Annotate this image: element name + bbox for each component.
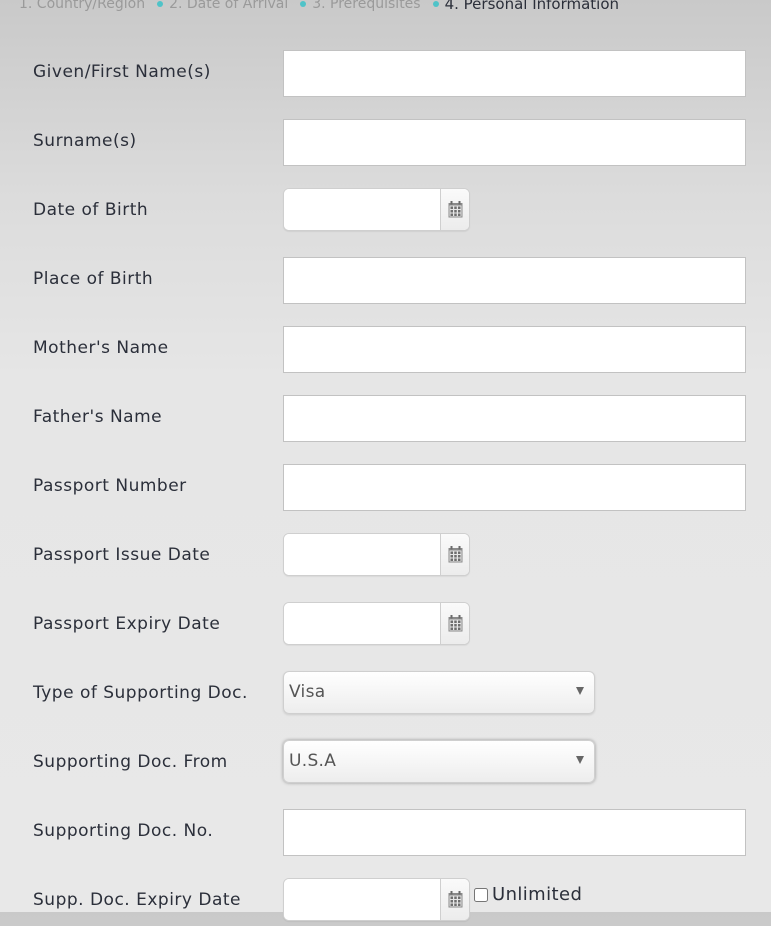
supporting-doc-from-select[interactable]: U.S.A bbox=[283, 740, 595, 783]
supporting-doc-from-row: Supporting Doc. From U.S.A bbox=[0, 740, 771, 788]
passport-issue-date-picker bbox=[283, 533, 470, 576]
mothers-name-row: Mother's Name bbox=[0, 326, 771, 374]
date-of-birth-row: Date of Birth bbox=[0, 188, 771, 236]
unlimited-label: Unlimited bbox=[492, 884, 583, 905]
calendar-icon bbox=[448, 201, 462, 218]
date-of-birth-input[interactable] bbox=[284, 189, 440, 230]
progress-steps: 1. Country/Region 2. Date of Arrival 3. … bbox=[19, 0, 631, 14]
passport-issue-date-calendar-button[interactable] bbox=[440, 534, 469, 575]
step-label: 1. Country/Region bbox=[19, 0, 146, 12]
passport-issue-date-input[interactable] bbox=[284, 534, 440, 575]
supporting-doc-from-value: U.S.A bbox=[289, 751, 337, 771]
chevron-down-icon bbox=[576, 687, 584, 695]
passport-issue-date-label: Passport Issue Date bbox=[33, 545, 211, 565]
date-of-birth-label: Date of Birth bbox=[33, 200, 149, 220]
chevron-down-icon bbox=[576, 756, 584, 764]
supporting-doc-type-value: Visa bbox=[289, 682, 326, 702]
given-name-label: Given/First Name(s) bbox=[33, 62, 211, 82]
step-label: 2. Date of Arrival bbox=[169, 0, 289, 12]
calendar-icon bbox=[448, 615, 462, 632]
surname-row: Surname(s) bbox=[0, 119, 771, 167]
supporting-doc-no-label: Supporting Doc. No. bbox=[33, 821, 214, 841]
passport-issue-date-row: Passport Issue Date bbox=[0, 533, 771, 581]
passport-number-label: Passport Number bbox=[33, 476, 187, 496]
supp-doc-expiry-date-input[interactable] bbox=[284, 879, 440, 920]
fathers-name-input[interactable] bbox=[283, 395, 746, 442]
step-dot-icon bbox=[157, 1, 164, 7]
supp-doc-expiry-date-calendar-button[interactable] bbox=[440, 879, 469, 920]
supporting-doc-type-label: Type of Supporting Doc. bbox=[33, 683, 248, 703]
supp-doc-expiry-date-label: Supp. Doc. Expiry Date bbox=[33, 890, 242, 910]
passport-expiry-date-input[interactable] bbox=[284, 603, 440, 644]
place-of-birth-row: Place of Birth bbox=[0, 257, 771, 305]
supp-doc-expiry-date-picker bbox=[283, 878, 470, 921]
date-of-birth-picker bbox=[283, 188, 470, 231]
given-name-row: Given/First Name(s) bbox=[0, 50, 771, 98]
supporting-doc-type-select[interactable]: Visa bbox=[283, 671, 595, 714]
calendar-icon bbox=[448, 546, 462, 563]
passport-expiry-date-row: Passport Expiry Date bbox=[0, 602, 771, 650]
passport-expiry-date-label: Passport Expiry Date bbox=[33, 614, 221, 634]
given-name-input[interactable] bbox=[283, 50, 746, 97]
step-label: 3. Prerequisites bbox=[312, 0, 421, 12]
surname-label: Surname(s) bbox=[33, 131, 137, 151]
step-date-of-arrival[interactable]: 2. Date of Arrival bbox=[157, 0, 288, 12]
passport-number-input[interactable] bbox=[283, 464, 746, 511]
fathers-name-row: Father's Name bbox=[0, 395, 771, 443]
place-of-birth-label: Place of Birth bbox=[33, 269, 154, 289]
passport-expiry-date-picker bbox=[283, 602, 470, 645]
step-dot-icon bbox=[432, 1, 439, 7]
step-personal-information: 4. Personal Information bbox=[432, 0, 620, 13]
place-of-birth-input[interactable] bbox=[283, 257, 746, 304]
fathers-name-label: Father's Name bbox=[33, 407, 163, 427]
supporting-doc-no-input[interactable] bbox=[283, 809, 746, 856]
mothers-name-input[interactable] bbox=[283, 326, 746, 373]
surname-input[interactable] bbox=[283, 119, 746, 166]
passport-expiry-date-calendar-button[interactable] bbox=[440, 603, 469, 644]
calendar-icon bbox=[448, 891, 462, 908]
unlimited-option[interactable]: Unlimited bbox=[474, 884, 582, 905]
step-country-region[interactable]: 1. Country/Region bbox=[19, 0, 145, 12]
supporting-doc-type-row: Type of Supporting Doc. Visa bbox=[0, 671, 771, 719]
step-dot-icon bbox=[300, 1, 307, 7]
step-prerequisites[interactable]: 3. Prerequisites bbox=[300, 0, 421, 12]
passport-number-row: Passport Number bbox=[0, 464, 771, 512]
supporting-doc-from-label: Supporting Doc. From bbox=[33, 752, 228, 772]
supp-doc-expiry-date-row: Supp. Doc. Expiry Date Unlimited bbox=[0, 878, 771, 926]
unlimited-checkbox[interactable] bbox=[474, 887, 488, 902]
mothers-name-label: Mother's Name bbox=[33, 338, 169, 358]
step-label: 4. Personal Information bbox=[444, 0, 620, 13]
supporting-doc-no-row: Supporting Doc. No. bbox=[0, 809, 771, 857]
date-of-birth-calendar-button[interactable] bbox=[440, 189, 469, 230]
